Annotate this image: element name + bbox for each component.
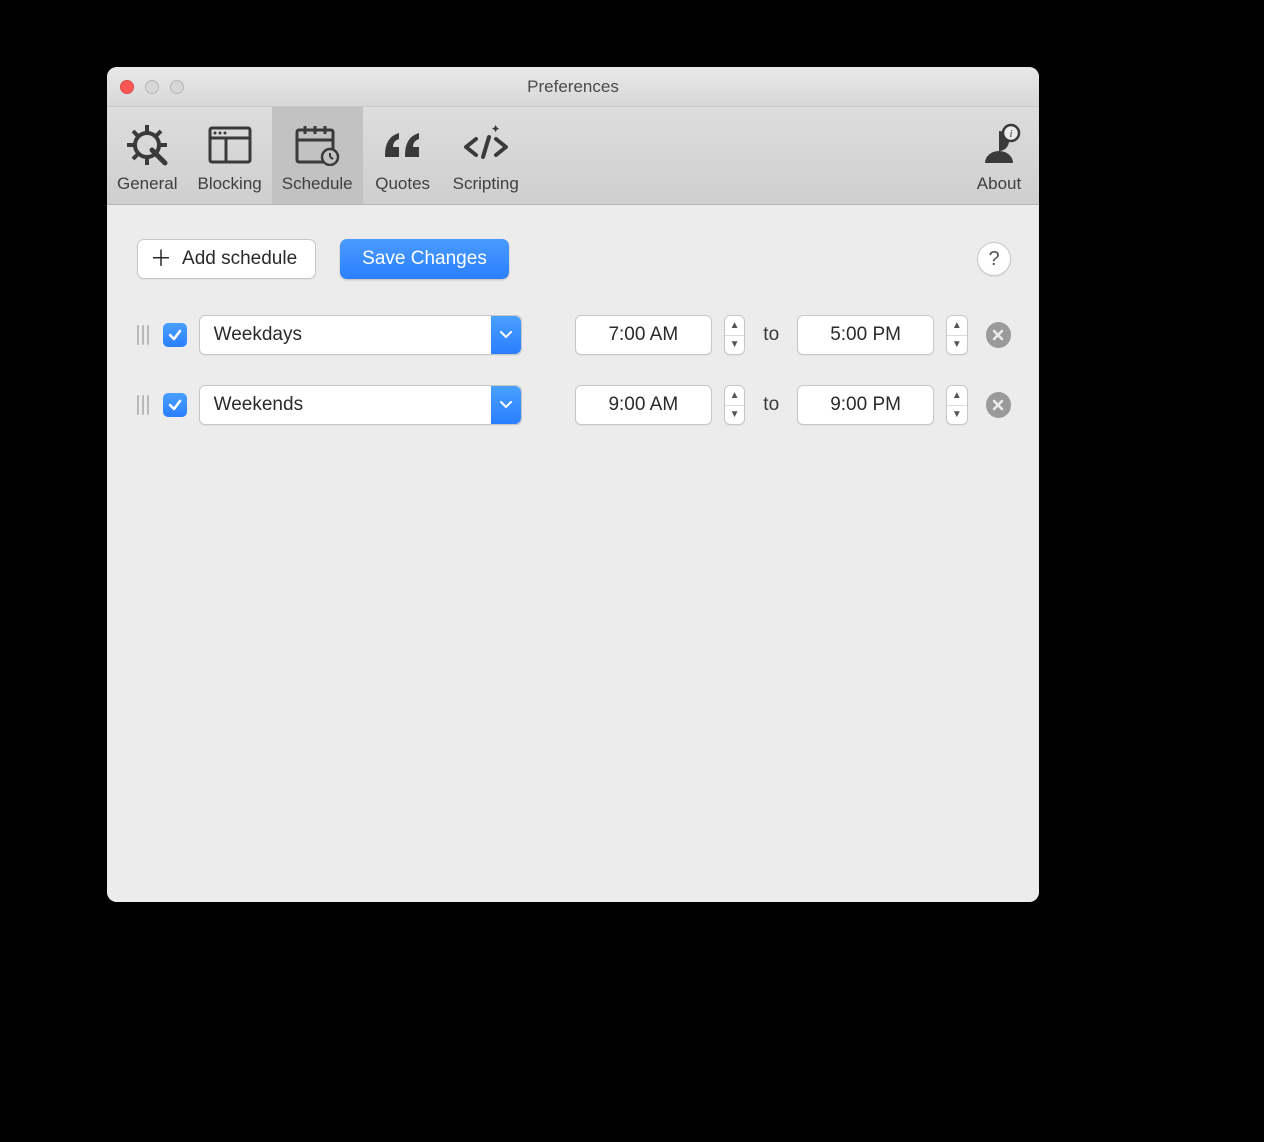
calendar-icon	[294, 120, 340, 170]
add-schedule-button[interactable]: ＋ Add schedule	[137, 239, 316, 279]
start-time-input[interactable]: 7:00 AM	[575, 315, 712, 355]
tab-label: Schedule	[282, 174, 353, 194]
tab-blocking[interactable]: Blocking	[187, 107, 271, 204]
quotes-icon	[381, 120, 425, 170]
chevron-down-icon	[491, 386, 521, 424]
tab-about[interactable]: i About	[959, 107, 1039, 204]
stepper-up-icon[interactable]: ▲	[947, 386, 967, 406]
end-time-stepper[interactable]: ▲ ▼	[946, 385, 968, 425]
stepper-down-icon[interactable]: ▼	[947, 336, 967, 355]
end-time-value: 9:00 PM	[830, 394, 901, 416]
enabled-checkbox[interactable]	[163, 393, 187, 417]
close-window-button[interactable]	[120, 80, 134, 94]
help-button[interactable]: ?	[977, 242, 1011, 276]
delete-row-button[interactable]	[986, 392, 1011, 418]
titlebar: Preferences	[107, 67, 1039, 107]
schedule-row: Weekends 9:00 AM ▲ ▼ to 9:00 PM ▲ ▼	[135, 385, 1011, 425]
gear-icon	[125, 120, 169, 170]
schedule-row: Weekdays 7:00 AM ▲ ▼ to 5:00 PM ▲ ▼	[135, 315, 1011, 355]
to-label: to	[757, 324, 785, 346]
start-time-value: 7:00 AM	[608, 324, 678, 346]
minimize-window-button[interactable]	[145, 80, 159, 94]
tab-label: General	[117, 174, 177, 194]
tab-schedule[interactable]: Schedule	[272, 107, 363, 204]
tab-general[interactable]: General	[107, 107, 187, 204]
chevron-down-icon	[491, 316, 521, 354]
drag-handle[interactable]	[135, 395, 151, 415]
tab-label: About	[977, 174, 1021, 194]
check-icon	[168, 328, 182, 342]
layout-icon	[208, 120, 252, 170]
to-label: to	[757, 394, 785, 416]
end-time-input[interactable]: 9:00 PM	[797, 385, 934, 425]
zoom-window-button[interactable]	[170, 80, 184, 94]
start-time-stepper[interactable]: ▲ ▼	[724, 385, 746, 425]
day-type-select[interactable]: Weekdays	[199, 315, 522, 355]
tab-scripting[interactable]: Scripting	[443, 107, 529, 204]
end-time-input[interactable]: 5:00 PM	[797, 315, 934, 355]
start-time-stepper[interactable]: ▲ ▼	[724, 315, 746, 355]
day-type-select[interactable]: Weekends	[199, 385, 522, 425]
close-icon	[992, 329, 1004, 341]
end-time-value: 5:00 PM	[830, 324, 901, 346]
check-icon	[168, 398, 182, 412]
plus-icon: ＋	[150, 248, 172, 270]
close-icon	[992, 399, 1004, 411]
day-type-value: Weekdays	[214, 324, 302, 346]
end-time-stepper[interactable]: ▲ ▼	[946, 315, 968, 355]
toolbar: General Blocking	[107, 107, 1039, 205]
window-title: Preferences	[107, 77, 1039, 97]
stepper-down-icon[interactable]: ▼	[725, 406, 745, 425]
traffic-lights	[107, 80, 184, 94]
tab-label: Blocking	[197, 174, 261, 194]
action-row: ＋ Add schedule Save Changes ?	[135, 239, 1011, 279]
tab-label: Quotes	[375, 174, 430, 194]
tab-label: Scripting	[453, 174, 519, 194]
preferences-window: Preferences	[107, 67, 1039, 902]
schedule-pane: ＋ Add schedule Save Changes ? Weekdays	[107, 205, 1039, 902]
start-time-input[interactable]: 9:00 AM	[575, 385, 712, 425]
stepper-down-icon[interactable]: ▼	[947, 406, 967, 425]
tab-quotes[interactable]: Quotes	[363, 107, 443, 204]
code-icon	[462, 120, 510, 170]
enabled-checkbox[interactable]	[163, 323, 187, 347]
start-time-value: 9:00 AM	[608, 394, 678, 416]
delete-row-button[interactable]	[986, 322, 1011, 348]
stepper-up-icon[interactable]: ▲	[947, 316, 967, 336]
save-changes-button[interactable]: Save Changes	[340, 239, 509, 279]
stepper-up-icon[interactable]: ▲	[725, 386, 745, 406]
drag-handle[interactable]	[135, 325, 151, 345]
save-changes-label: Save Changes	[362, 248, 487, 270]
stepper-up-icon[interactable]: ▲	[725, 316, 745, 336]
add-schedule-label: Add schedule	[182, 248, 297, 270]
about-icon: i	[977, 120, 1021, 170]
svg-text:i: i	[1009, 128, 1012, 140]
stepper-down-icon[interactable]: ▼	[725, 336, 745, 355]
help-icon: ?	[988, 248, 999, 271]
day-type-value: Weekends	[214, 394, 303, 416]
